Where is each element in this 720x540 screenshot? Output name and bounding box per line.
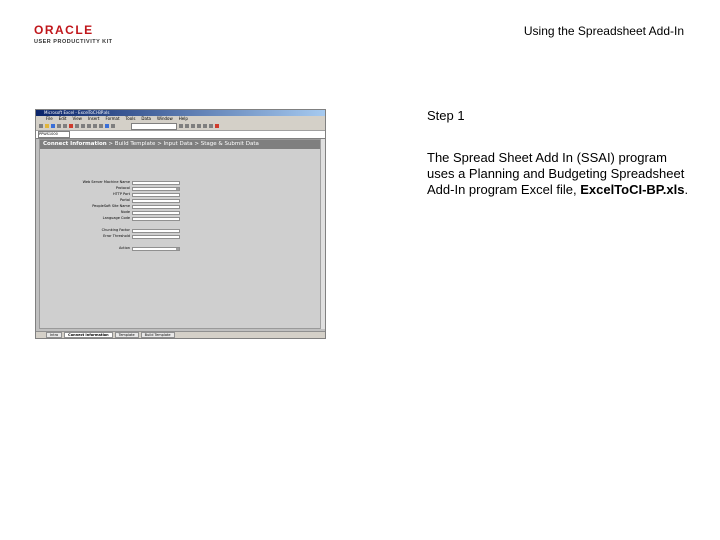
save-icon (51, 124, 55, 128)
align-center-icon (203, 124, 207, 128)
field-label: Portal (119, 198, 130, 202)
page-title: Using the Spreadsheet Add-In (523, 24, 684, 38)
field-label: Web Server Machine Name (82, 180, 130, 184)
preview-icon (63, 124, 67, 128)
language-code-input (132, 216, 180, 221)
field-label: Node (120, 210, 130, 214)
menu-file: File (46, 116, 53, 121)
menu-edit: Edit (58, 116, 67, 121)
menu-insert: Insert (87, 116, 100, 121)
sheet-tabs: Intro Connect Information Template Build… (36, 331, 325, 338)
open-icon (45, 124, 49, 128)
sheet-tab-active: Connect Information (64, 332, 113, 338)
description-suffix: . (684, 182, 689, 197)
vertical-scrollbar (320, 139, 325, 329)
menu-window: Window (156, 116, 173, 121)
align-right-icon (209, 124, 213, 128)
copy-icon (81, 124, 85, 128)
site-name-input (132, 204, 180, 209)
wizard-nav-bar: Connect Information > Build Template > I… (40, 140, 322, 149)
http-port-input (132, 192, 180, 197)
cut-icon (75, 124, 79, 128)
italic-icon (185, 124, 189, 128)
menu-view: View (72, 116, 82, 121)
name-box: PPWS1000 (38, 131, 70, 138)
oracle-upk-logo: ORACLE USER PRODUCTIVITY KIT (34, 24, 124, 45)
field-label: HTTP Port (112, 192, 130, 196)
form-row: Error Threshold (58, 234, 198, 239)
form-row: Language Code (58, 216, 198, 221)
menu-tools: Tools (125, 116, 136, 121)
step-label: Step 1 (427, 108, 465, 123)
field-label: Action (119, 246, 130, 250)
field-label: Error Threshold (103, 234, 130, 238)
sheet-tab: Intro (46, 332, 63, 338)
undo-icon (93, 124, 97, 128)
protocol-dropdown (132, 186, 180, 191)
paste-icon (87, 124, 91, 128)
sheet-tab: Template (114, 332, 139, 338)
web-server-input (132, 180, 180, 185)
menu-format: Format (105, 116, 120, 121)
form-row: Web Server Machine Name (58, 180, 198, 185)
formula-bar: PPWS1000 (36, 131, 325, 139)
menu-help: Help (178, 116, 188, 121)
form-row: PeopleSoft Site Name (58, 204, 198, 209)
underline-icon (191, 124, 195, 128)
excel-screenshot: Microsoft Excel - ExcelToCI-BP.xls File … (35, 109, 326, 339)
form-row: Portal (58, 198, 198, 203)
excel-toolbar (36, 122, 325, 131)
form-row: Protocol (58, 186, 198, 191)
node-input (132, 210, 180, 215)
new-icon (39, 124, 43, 128)
portal-input (132, 198, 180, 203)
nav-other-steps: > Build Template > Input Data > Stage & … (106, 141, 259, 147)
description-filename: ExcelToCI-BP.xls (580, 182, 685, 197)
field-label: Protocol (115, 186, 130, 190)
form-row: HTTP Port (58, 192, 198, 197)
logo-wordmark: ORACLE (34, 23, 94, 37)
sum-icon (105, 124, 109, 128)
field-label: Language Code (102, 216, 130, 220)
sort-icon (111, 124, 115, 128)
print-icon (57, 124, 61, 128)
redo-icon (99, 124, 103, 128)
align-left-icon (197, 124, 201, 128)
menu-data: Data (141, 116, 151, 121)
font-color-icon (215, 124, 219, 128)
chunking-factor-input (132, 228, 180, 233)
logo-subtitle: USER PRODUCTIVITY KIT (34, 39, 113, 45)
font-select (131, 122, 177, 130)
worksheet-area: Connect Information > Build Template > I… (39, 139, 323, 329)
spell-icon (69, 124, 73, 128)
field-label: PeopleSoft Site Name (92, 204, 130, 208)
action-dropdown (132, 246, 180, 251)
nav-current-step: Connect Information (43, 141, 107, 147)
connect-form: Web Server Machine Name Protocol HTTP Po… (58, 180, 198, 252)
step-description: The Spread Sheet Add In (SSAI) program u… (427, 150, 697, 198)
bold-icon (179, 124, 183, 128)
field-label: Chunking Factor (101, 228, 130, 232)
sheet-tab: Build Template (140, 332, 175, 338)
form-row: Node (58, 210, 198, 215)
form-row: Action (58, 246, 198, 251)
form-row: Chunking Factor (58, 228, 198, 233)
error-threshold-input (132, 234, 180, 239)
